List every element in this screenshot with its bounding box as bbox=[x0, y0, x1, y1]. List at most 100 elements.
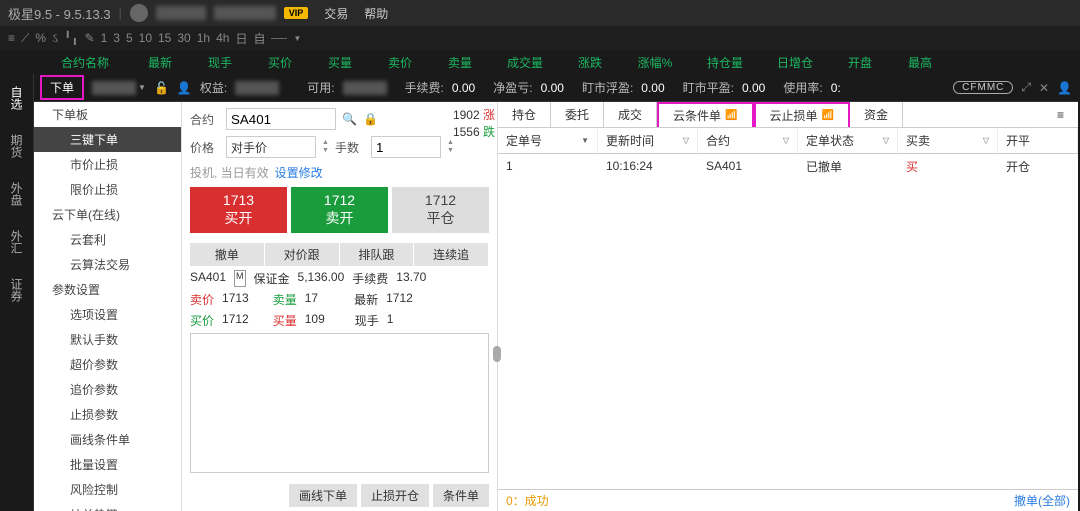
tb-1h[interactable]: 1h bbox=[197, 31, 210, 45]
tab-cloudcond[interactable]: 云条件单📶 bbox=[657, 102, 753, 127]
settings-link[interactable]: 设置修改 bbox=[275, 164, 323, 181]
tb-10[interactable]: 10 bbox=[139, 31, 152, 45]
btn-cond[interactable]: 条件单 bbox=[433, 484, 489, 507]
mini-opp[interactable]: 对价跟 bbox=[265, 243, 340, 266]
close-button[interactable]: 1712 平仓 bbox=[392, 187, 489, 233]
col-ask[interactable]: 卖价 bbox=[370, 54, 430, 71]
col-time[interactable]: 更新时间▽ bbox=[598, 128, 698, 153]
tree-lmt-stop[interactable]: 限价止损 bbox=[34, 177, 181, 202]
tree-cloud[interactable]: 云下单(在线) bbox=[34, 202, 181, 227]
tab-orders[interactable]: 委托 bbox=[551, 102, 604, 127]
sell-open-button[interactable]: 1712 卖开 bbox=[291, 187, 388, 233]
col-oi[interactable]: 持仓量 bbox=[690, 54, 760, 71]
dropdown-icon[interactable]: ▼ bbox=[293, 34, 301, 43]
tree-arb[interactable]: 云套利 bbox=[34, 227, 181, 252]
col-oichg[interactable]: 日增仓 bbox=[760, 54, 830, 71]
col-oc[interactable]: 开平 bbox=[998, 128, 1078, 153]
col-last[interactable]: 最新 bbox=[130, 54, 190, 71]
bidv: 1712 bbox=[222, 312, 249, 329]
chart-pencil-icon[interactable]: ✎ bbox=[85, 31, 95, 45]
expand-icon[interactable]: ⤢ bbox=[1021, 80, 1031, 95]
col-status[interactable]: 定单状态▽ bbox=[798, 128, 898, 153]
chart-perc-icon[interactable]: % bbox=[35, 31, 46, 45]
tab-cloudstop[interactable]: 云止损单📶 bbox=[754, 102, 850, 127]
cfmmc-badge[interactable]: CFMMC bbox=[953, 81, 1013, 94]
buy-open-button[interactable]: 1713 买开 bbox=[190, 187, 287, 233]
account-dd[interactable]: xxxx▼ bbox=[92, 81, 146, 95]
col-bs[interactable]: 买卖▽ bbox=[898, 128, 998, 153]
mini-cancel[interactable]: 撤单 bbox=[190, 243, 265, 266]
tb-30[interactable]: 30 bbox=[177, 31, 190, 45]
user-icon[interactable]: 👤 bbox=[177, 81, 192, 95]
close-icon[interactable]: ✕ bbox=[1039, 81, 1049, 95]
chart-line-icon[interactable]: ⟋ bbox=[21, 31, 29, 46]
tree-over[interactable]: 超价参数 bbox=[34, 352, 181, 377]
tree-draw[interactable]: 画线条件单 bbox=[34, 427, 181, 452]
tab-fills[interactable]: 成交 bbox=[604, 102, 657, 127]
order-tab[interactable]: 下单 bbox=[40, 75, 84, 100]
col-askq[interactable]: 卖量 bbox=[430, 54, 490, 71]
contract-input[interactable] bbox=[226, 108, 336, 130]
panel-menu-icon[interactable]: ≡ bbox=[1043, 102, 1078, 127]
qty-input[interactable] bbox=[371, 136, 441, 158]
mini-chase[interactable]: 连续追 bbox=[414, 243, 489, 266]
col-chg[interactable]: 涨跌 bbox=[560, 54, 620, 71]
tree-chase[interactable]: 追价参数 bbox=[34, 377, 181, 402]
tb-1[interactable]: 1 bbox=[101, 31, 108, 45]
btn-draw[interactable]: 画线下单 bbox=[289, 484, 357, 507]
col-name[interactable]: 合约名称 bbox=[40, 54, 130, 71]
price-select[interactable]: 对手价 bbox=[226, 136, 316, 158]
col-chgp[interactable]: 涨幅% bbox=[620, 54, 690, 71]
rail-fx[interactable]: 外汇 bbox=[0, 218, 33, 266]
tb-3[interactable]: 3 bbox=[113, 31, 120, 45]
col-vol[interactable]: 现手 bbox=[190, 54, 250, 71]
tree-hotkey[interactable]: 炒单热键 bbox=[34, 502, 181, 511]
col-totvol[interactable]: 成交量 bbox=[490, 54, 560, 71]
col-bidq[interactable]: 买量 bbox=[310, 54, 370, 71]
price-spinner[interactable]: ▲▼ bbox=[322, 139, 329, 155]
order-row[interactable]: 1 10:16:24 SA401 已撤单 买 开仓 bbox=[498, 154, 1078, 178]
person-icon[interactable]: 👤 bbox=[1057, 81, 1072, 95]
col-open[interactable]: 开盘 bbox=[830, 54, 890, 71]
chart-s-icon[interactable]: ઽ bbox=[52, 31, 58, 46]
btn-stopopen[interactable]: 止损开仓 bbox=[361, 484, 429, 507]
nav-help[interactable]: 帮助 bbox=[364, 5, 388, 22]
tree-algo[interactable]: 云算法交易 bbox=[34, 252, 181, 277]
qty-spinner[interactable]: ▲▼ bbox=[447, 139, 454, 155]
tree-params[interactable]: 参数设置 bbox=[34, 277, 181, 302]
tree-batch[interactable]: 批量设置 bbox=[34, 452, 181, 477]
tb-4h[interactable]: 4h bbox=[216, 31, 229, 45]
tree-defqty[interactable]: 默认手数 bbox=[34, 327, 181, 352]
tb-5[interactable]: 5 bbox=[126, 31, 133, 45]
tree-3key[interactable]: 三键下单 bbox=[34, 127, 181, 152]
tree-opts[interactable]: 选项设置 bbox=[34, 302, 181, 327]
tree-risk[interactable]: 风险控制 bbox=[34, 477, 181, 502]
avatar[interactable] bbox=[130, 4, 148, 22]
rail-foreign[interactable]: 外盘 bbox=[0, 170, 33, 218]
lock-icon[interactable]: 🔓 bbox=[154, 81, 169, 95]
col-high[interactable]: 最高 bbox=[890, 54, 950, 71]
tb-day[interactable]: 日 bbox=[235, 30, 247, 47]
rail-stock[interactable]: 证券 bbox=[0, 266, 33, 314]
tree-stop[interactable]: 止损参数 bbox=[34, 402, 181, 427]
col-orderid[interactable]: 定单号▼ bbox=[498, 128, 598, 153]
rail-futures[interactable]: 期货 bbox=[0, 122, 33, 170]
lbl-equity: 权益: bbox=[200, 79, 227, 96]
tree-mkt-stop[interactable]: 市价止损 bbox=[34, 152, 181, 177]
tb-15[interactable]: 15 bbox=[158, 31, 171, 45]
tab-position[interactable]: 持仓 bbox=[498, 102, 551, 127]
tb-custom[interactable]: 自 bbox=[253, 30, 265, 47]
rail-fav[interactable]: 自选 bbox=[0, 74, 33, 122]
splitter-grip[interactable] bbox=[493, 346, 501, 362]
col-bid[interactable]: 买价 bbox=[250, 54, 310, 71]
tree-orderpad[interactable]: 下单板 bbox=[34, 102, 181, 127]
menu-icon[interactable]: ≡ bbox=[8, 31, 15, 45]
mini-queue[interactable]: 排队跟 bbox=[340, 243, 415, 266]
cancel-all-link[interactable]: 撤单(全部) bbox=[1014, 492, 1070, 509]
chart-candle-icon[interactable]: ╹╻ bbox=[64, 31, 78, 45]
col-sym[interactable]: 合约▽ bbox=[698, 128, 798, 153]
tab-funds[interactable]: 资金 bbox=[850, 102, 903, 127]
search-icon[interactable]: 🔍 bbox=[342, 112, 357, 126]
nav-trade[interactable]: 交易 bbox=[324, 5, 348, 22]
lock-icon[interactable]: 🔒 bbox=[363, 112, 378, 126]
